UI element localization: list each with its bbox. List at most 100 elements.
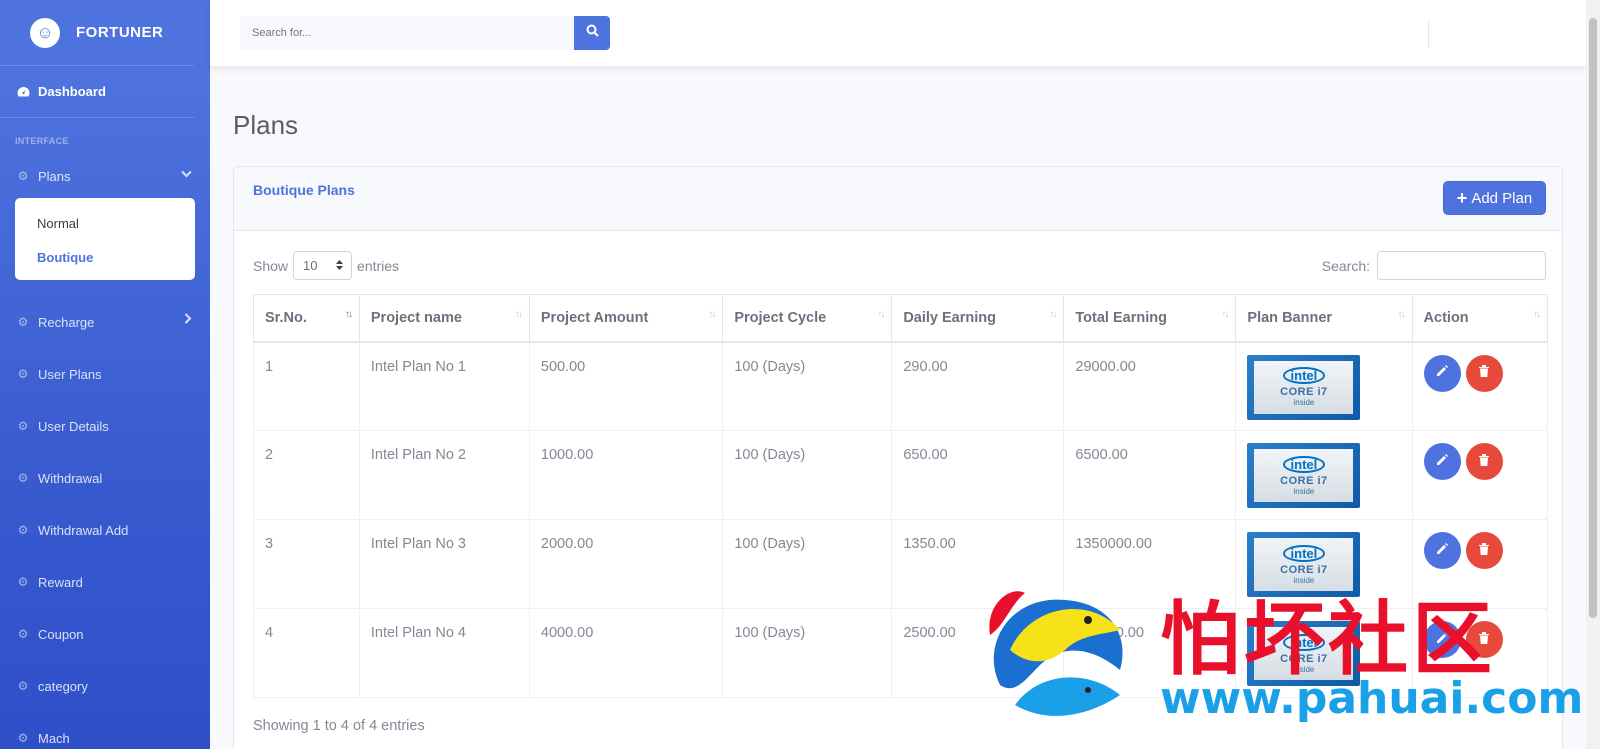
pencil-icon xyxy=(1435,542,1449,560)
cell-project-amount: 2000.00 xyxy=(528,519,724,609)
sidebar-item-label: Withdrawal xyxy=(38,470,103,486)
brand-name: FORTUNER xyxy=(76,24,164,41)
sidebar-heading: INTERFACE xyxy=(15,136,69,146)
trash-icon xyxy=(1478,364,1490,382)
sidebar-item-mach[interactable]: ⚙ Mach xyxy=(0,712,210,749)
edit-button[interactable] xyxy=(1423,621,1461,658)
page-scrollbar[interactable] xyxy=(1586,0,1600,749)
plus-icon: + xyxy=(1456,187,1468,208)
sidebar-item-plans[interactable]: ⚙ Plans xyxy=(0,154,210,198)
sidebar-item-label: category xyxy=(38,678,88,694)
sidebar-item-recharge[interactable]: ⚙ Recharge xyxy=(0,296,210,348)
table-search-input[interactable] xyxy=(1377,251,1546,280)
sidebar-item-label: Reward xyxy=(38,574,83,590)
search-button[interactable] xyxy=(574,16,610,50)
banner-inner: intel CORE i7 inside xyxy=(1254,360,1354,414)
table-body: 1 Intel Plan No 1 500.00 100 (Days) 290.00 29… xyxy=(253,341,1549,698)
chevron-right-icon xyxy=(184,313,192,327)
datatable-search: Search: xyxy=(1322,251,1546,280)
plans-card: Boutique Plans + Add Plan Show 10 entrie… xyxy=(233,166,1563,749)
sidebar-brand[interactable]: ☺ FORTUNER xyxy=(0,0,194,66)
column-header-plan-banner[interactable]: Plan Banner ↑↓ xyxy=(1235,294,1413,343)
sidebar-item-label: Dashboard xyxy=(38,84,106,99)
sidebar-item-user-plans[interactable]: ⚙ User Plans xyxy=(0,348,210,400)
sidebar-item-dashboard[interactable]: Dashboard xyxy=(0,66,194,118)
cog-icon: ⚙ xyxy=(17,523,29,537)
card-title: Boutique Plans xyxy=(253,182,355,198)
add-plan-button[interactable]: + Add Plan xyxy=(1443,181,1546,215)
cog-icon: ⚙ xyxy=(17,471,29,485)
delete-button[interactable] xyxy=(1465,621,1503,658)
banner-brand: intel xyxy=(1282,455,1326,473)
action-buttons xyxy=(1423,621,1547,658)
action-buttons xyxy=(1423,532,1547,569)
cog-icon: ⚙ xyxy=(17,419,29,433)
sidebar: ☺ FORTUNER Dashboard INTERFACE ⚙ Plans N… xyxy=(0,0,210,749)
sidebar-item-category[interactable]: ⚙ category xyxy=(0,660,210,712)
submenu-item-normal[interactable]: Normal xyxy=(15,206,195,240)
edit-button[interactable] xyxy=(1423,354,1461,392)
length-value: 10 xyxy=(303,258,318,273)
banner-inner: intel CORE i7 inside xyxy=(1254,449,1354,502)
cell-daily-earning: 290.00 xyxy=(891,341,1065,431)
column-header-total-earning[interactable]: Total Earning ↑↓ xyxy=(1063,294,1237,343)
scrollbar-thumb[interactable] xyxy=(1589,18,1597,618)
sidebar-item-user-details[interactable]: ⚙ User Details xyxy=(0,400,210,452)
trash-icon xyxy=(1478,631,1490,649)
table-row: 2 Intel Plan No 2 1000.00 100 (Days) 650.00 6… xyxy=(253,430,1549,520)
banner-line2: inside xyxy=(1293,398,1315,407)
sort-icon: ↑↓ xyxy=(1533,309,1541,320)
column-header-action[interactable]: Action ↑↓ xyxy=(1411,294,1549,343)
edit-button[interactable] xyxy=(1423,443,1461,480)
cell-daily-earning: 2500.00 xyxy=(891,608,1065,698)
add-plan-label: Add Plan xyxy=(1471,189,1533,207)
column-header-project-cycle[interactable]: Project Cycle ↑↓ xyxy=(722,294,893,343)
banner-line2: inside xyxy=(1293,664,1315,674)
column-header-project-name[interactable]: Project name ↑↓ xyxy=(358,294,530,343)
chevron-down-icon xyxy=(181,167,192,181)
cell-project-name: Intel Plan No 4 xyxy=(358,608,530,698)
sidebar-item-coupon[interactable]: ⚙ Coupon xyxy=(0,608,210,660)
cell-plan-banner: intel CORE i7 inside xyxy=(1235,608,1413,698)
entries-length-select[interactable]: 10 xyxy=(293,251,353,280)
delete-button[interactable] xyxy=(1465,443,1503,480)
cell-plan-banner: intel CORE i7 inside xyxy=(1235,519,1413,609)
column-header-daily-earning[interactable]: Daily Earning ↑↓ xyxy=(891,294,1065,343)
cell-plan-banner: intel CORE i7 inside xyxy=(1235,430,1413,520)
action-buttons xyxy=(1423,354,1547,392)
search-label: Search: xyxy=(1321,257,1370,274)
sort-icon: ↑↓ xyxy=(344,309,353,320)
sidebar-item-withdrawal[interactable]: ⚙ Withdrawal xyxy=(0,452,210,504)
delete-button[interactable] xyxy=(1465,532,1503,569)
delete-button[interactable] xyxy=(1465,354,1503,392)
banner-line1: CORE i7 xyxy=(1280,652,1328,665)
cell-project-cycle: 100 (Days) xyxy=(722,608,893,698)
plan-banner-image: intel CORE i7 inside xyxy=(1247,621,1361,686)
trash-icon xyxy=(1478,542,1490,560)
entries-label: entries xyxy=(357,257,400,274)
pencil-icon xyxy=(1435,453,1449,471)
sidebar-item-reward[interactable]: ⚙ Reward xyxy=(0,556,210,608)
cell-daily-earning: 1350.00 xyxy=(891,519,1065,609)
cell-total-earning: 1350000.00 xyxy=(1063,519,1237,609)
cell-project-cycle: 100 (Days) xyxy=(722,341,893,431)
sidebar-item-label: Coupon xyxy=(38,626,84,642)
submenu-item-boutique[interactable]: Boutique xyxy=(15,240,195,274)
sidebar-item-withdrawal-add[interactable]: ⚙ Withdrawal Add xyxy=(0,504,210,556)
show-label: Show xyxy=(253,257,289,274)
cell-action xyxy=(1411,430,1549,520)
cell-project-name: Intel Plan No 3 xyxy=(358,519,530,609)
sidebar-item-label: User Details xyxy=(38,418,109,434)
cell-project-name: Intel Plan No 1 xyxy=(358,341,530,431)
pencil-icon xyxy=(1435,364,1449,382)
pencil-icon xyxy=(1435,631,1449,649)
cell-action xyxy=(1411,519,1549,609)
search-input[interactable] xyxy=(240,16,574,50)
cell-daily-earning: 650.00 xyxy=(891,430,1065,520)
banner-line2: inside xyxy=(1293,575,1315,585)
cell-srno: 2 xyxy=(253,430,360,520)
edit-button[interactable] xyxy=(1423,532,1461,569)
column-header-srno[interactable]: Sr.No. ↑↓ xyxy=(253,294,360,343)
column-header-project-amount[interactable]: Project Amount ↑↓ xyxy=(528,294,724,343)
plan-banner-image: intel CORE i7 inside xyxy=(1247,354,1361,420)
